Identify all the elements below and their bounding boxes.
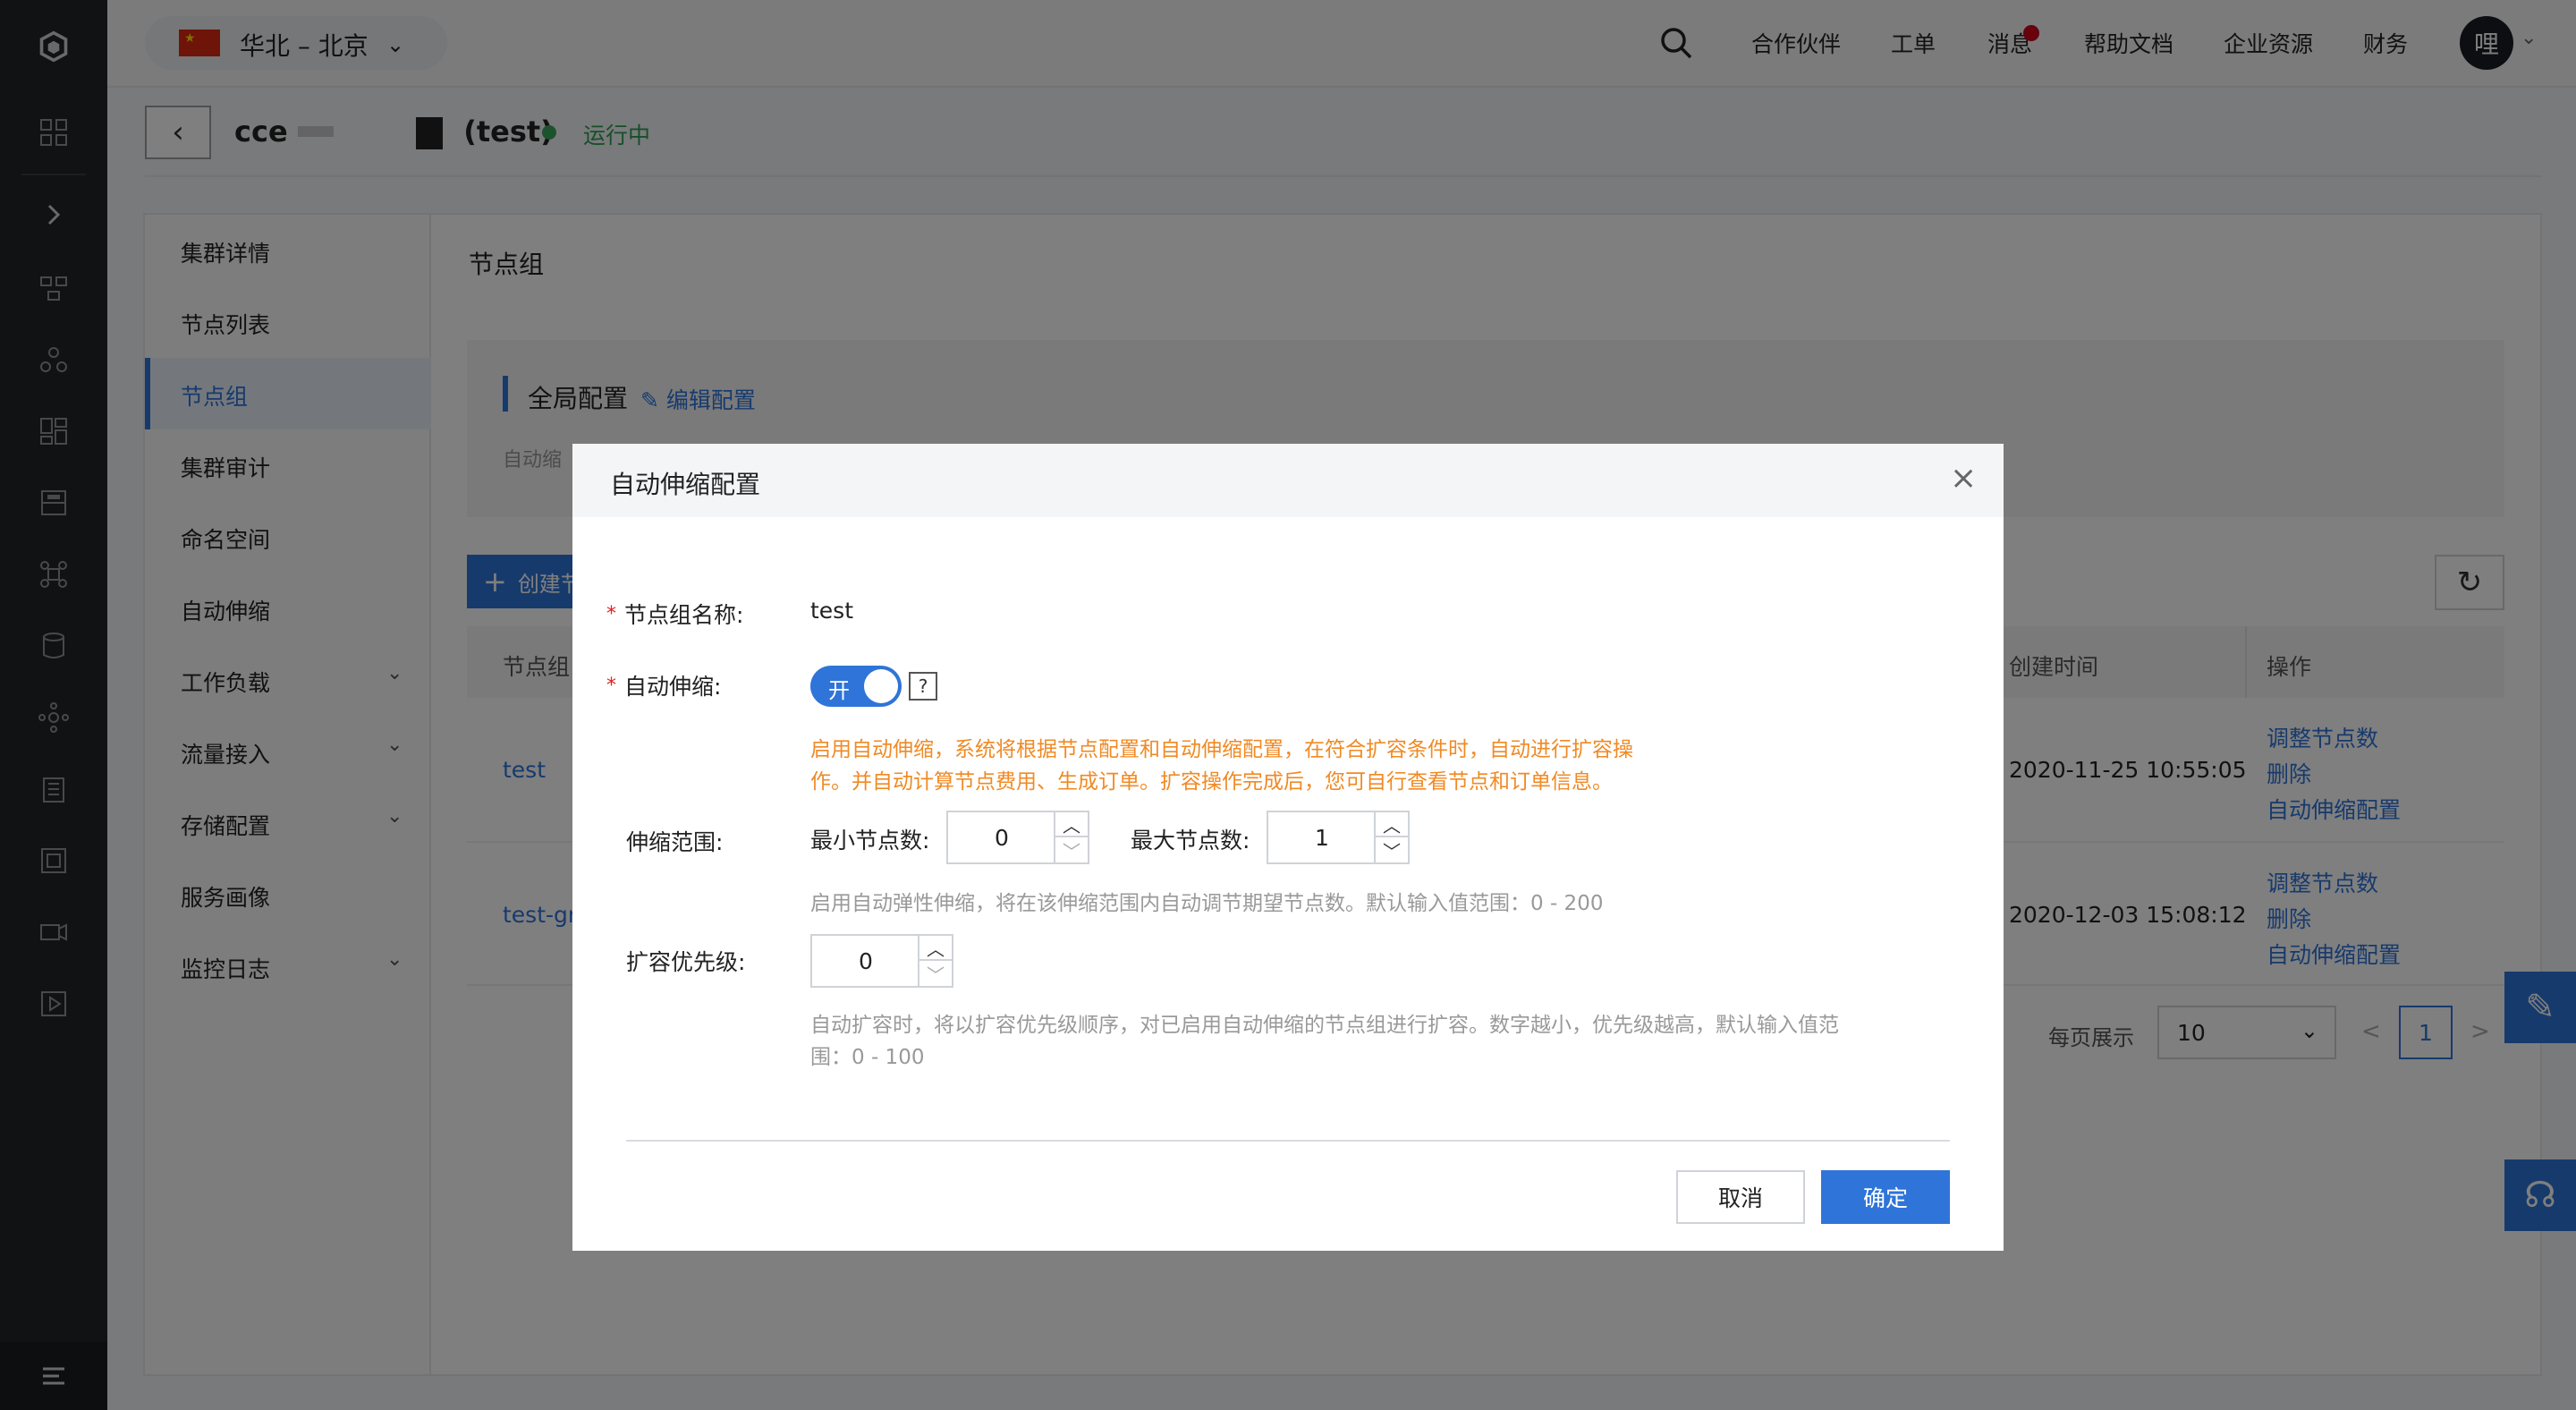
increment-icon[interactable]: ︿: [1376, 812, 1408, 837]
decrement-icon[interactable]: ﹀: [1055, 837, 1088, 862]
toggle-knob: [864, 669, 898, 703]
priority-hint-line2: 围：0 - 100: [810, 1046, 925, 1069]
min-nodes-label: 最小节点数:: [810, 828, 930, 854]
help-icon[interactable]: ?: [909, 672, 937, 701]
min-nodes-value: 0: [995, 825, 1009, 851]
range-label: 伸缩范围:: [626, 829, 724, 855]
confirm-button[interactable]: 确定: [1821, 1170, 1950, 1224]
range-hint: 启用自动弹性伸缩，将在该伸缩范围内自动调节期望节点数。默认输入值范围：0 - 2…: [810, 892, 1604, 915]
cancel-button[interactable]: 取消: [1676, 1170, 1805, 1224]
max-nodes-value: 1: [1315, 825, 1329, 851]
autoscale-config-dialog: 自动伸缩配置 × * 节点组名称: test * 自动伸缩: 开 ? 启用自动伸…: [572, 444, 2004, 1251]
autoscale-warning-line1: 启用自动伸缩，系统将根据节点配置和自动伸缩配置，在符合扩容条件时，自动进行扩容操: [810, 738, 1633, 761]
autoscale-label: 自动伸缩:: [624, 674, 722, 700]
node-group-name-value: test: [810, 598, 854, 624]
max-nodes-label: 最大节点数:: [1131, 828, 1250, 854]
max-nodes-stepper[interactable]: 1 ︿ ﹀: [1267, 811, 1410, 864]
required-mark: *: [606, 675, 616, 697]
priority-label: 扩容优先级:: [626, 949, 746, 975]
node-group-name-label: 节点组名称:: [624, 602, 744, 628]
dialog-title: 自动伸缩配置: [610, 470, 761, 499]
required-mark: *: [606, 603, 616, 625]
dialog-header: [572, 444, 2004, 517]
autoscale-toggle[interactable]: 开: [810, 666, 902, 707]
decrement-icon[interactable]: ﹀: [1376, 837, 1408, 862]
increment-icon[interactable]: ︿: [919, 936, 952, 961]
autoscale-warning-line2: 作。并自动计算节点费用、生成订单。扩容操作完成后，您可自行查看节点和订单信息。: [810, 770, 1613, 794]
decrement-icon[interactable]: ﹀: [919, 961, 952, 986]
priority-stepper[interactable]: 0 ︿ ﹀: [810, 934, 953, 988]
priority-hint-line1: 自动扩容时，将以扩容优先级顺序，对已启用自动伸缩的节点组进行扩容。数字越小，优先…: [810, 1014, 1839, 1037]
priority-value: 0: [859, 948, 873, 974]
dialog-divider: [626, 1140, 1950, 1142]
min-nodes-stepper[interactable]: 0 ︿ ﹀: [946, 811, 1089, 864]
increment-icon[interactable]: ︿: [1055, 812, 1088, 837]
close-icon[interactable]: ×: [1950, 460, 1977, 497]
